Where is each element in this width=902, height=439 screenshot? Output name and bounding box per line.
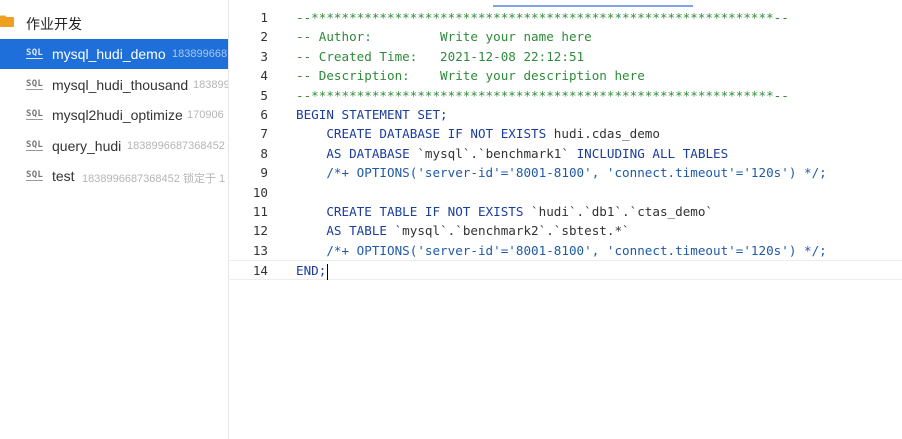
folder-icon (0, 15, 14, 27)
line-number: 4 (260, 68, 268, 84)
code-token: --**************************************… (296, 87, 789, 103)
code-token: -- Created Time: 2021-12-08 22:12:51 (296, 48, 585, 64)
code-token: /*+ OPTIONS('server-id'='8001-8100', 'co… (296, 165, 827, 181)
job-explorer-sidebar: 作业开发 SQL mysql_hudi_demo 183899668 SQL mysql… (0, 0, 229, 439)
line-number: 5 (260, 87, 268, 103)
code-token: `mysql`.`benchmark1` (417, 145, 569, 161)
job-id: 183899 (193, 78, 229, 91)
code-line[interactable]: 9 /*+ OPTIONS('server-id'='8001-8100', '… (230, 163, 902, 183)
code-token: --**************************************… (296, 10, 789, 25)
job-id: 183899668 (172, 48, 228, 60)
line-number: 12 (252, 223, 268, 239)
folder-label: 作业开发 (26, 17, 82, 33)
code-line[interactable]: 14 END; (230, 260, 902, 280)
code-token: hudi.cdas_demo (553, 126, 660, 142)
sql-file-icon: SQL (26, 109, 44, 120)
line-number: 1 (260, 10, 268, 25)
job-item[interactable]: SQL mysql_hudi_demo 183899668 (0, 39, 228, 69)
job-item[interactable]: SQL mysql2hudi_optimize 170906 (0, 100, 228, 130)
line-number: 2 (260, 29, 268, 45)
code-line[interactable]: 11 CREATE TABLE IF NOT EXISTS `hudi`.`db… (230, 202, 902, 222)
code-token: AS TABLE (296, 223, 395, 239)
code-line[interactable]: 4 -- Description: Write your description … (230, 66, 902, 86)
line-number: 13 (252, 242, 268, 258)
code-line[interactable]: 7 CREATE DATABASE IF NOT EXISTS hudi.cda… (230, 124, 902, 144)
code-line[interactable]: 8 AS DATABASE `mysql`.`benchmark1` INCLU… (230, 144, 902, 164)
code-line[interactable]: 5 --*************************************… (230, 86, 902, 106)
code-token: INCLUDING ALL TABLES (568, 145, 729, 161)
line-number: 6 (260, 107, 268, 122)
code-line[interactable]: 13 /*+ OPTIONS('server-id'='8001-8100', … (230, 241, 902, 261)
job-id: 170906 (187, 109, 224, 121)
code-line[interactable]: 12 AS TABLE `mysql`.`benchmark2`.`sbtest… (230, 221, 902, 241)
line-number: 8 (260, 145, 268, 161)
code-line[interactable]: 2 -- Author: Write your name here (230, 27, 902, 47)
code-text: CREATE TABLE IF NOT EXISTS `hudi`.`db1`.… (296, 202, 713, 222)
code-text: -- Created Time: 2021-12-08 22:12:51 (296, 47, 584, 67)
active-tab-indicator (493, 5, 693, 7)
sql-file-icon: SQL (26, 78, 44, 90)
code-line[interactable]: 3 -- Created Time: 2021-12-08 22:12:51 (230, 47, 902, 67)
code-token: BEGIN STATEMENT SET; (296, 107, 448, 122)
job-item[interactable]: SQL query_hudi 1838996687368452 (0, 131, 228, 161)
job-name: mysql_hudi_demo (52, 46, 166, 62)
line-number: 14 (252, 263, 268, 279)
code-text: --**************************************… (296, 8, 789, 28)
code-token: END; (296, 263, 327, 279)
code-token: AS DATABASE (296, 145, 418, 161)
sql-file-icon: SQL (26, 170, 44, 181)
line-number: 3 (260, 48, 268, 64)
job-name: query_hudi (52, 137, 122, 154)
line-number: 9 (260, 165, 268, 181)
job-name: test (52, 168, 75, 184)
sql-file-icon: SQL (26, 48, 44, 59)
code-text: AS TABLE `mysql`.`benchmark2`.`sbtest.*` (296, 221, 630, 241)
code-token: /*+ OPTIONS('server-id'='8001-8100', 'co… (296, 242, 827, 258)
code-text: -- Description: Write your description h… (296, 66, 645, 86)
code-line[interactable]: 10 (230, 183, 902, 203)
code-text: AS DATABASE `mysql`.`benchmark1` INCLUDI… (296, 144, 728, 164)
code-token: -- Author: Write your name here (296, 29, 592, 45)
sql-file-icon: SQL (26, 139, 44, 151)
code-token: CREATE TABLE IF NOT EXISTS (296, 204, 532, 219)
job-name: mysql2hudi_optimize (52, 107, 183, 123)
job-id: 1838996687368452 锁定于 1 (82, 173, 226, 185)
code-line[interactable]: 6 BEGIN STATEMENT SET; (230, 105, 902, 125)
code-text: --**************************************… (296, 86, 789, 106)
code-text: /*+ OPTIONS('server-id'='8001-8100', 'co… (296, 241, 827, 261)
folder-row[interactable]: 作业开发 (0, 10, 228, 34)
code-text: END; (296, 261, 329, 281)
text-cursor (327, 263, 329, 280)
code-text: BEGIN STATEMENT SET; (296, 105, 448, 125)
line-number: 10 (252, 184, 268, 200)
code-line[interactable]: 1 --*************************************… (230, 8, 902, 28)
code-token: -- Description: Write your description h… (296, 68, 645, 84)
line-number: 11 (252, 204, 268, 219)
code-token: `hudi`.`db1`.`ctas_demo` (531, 204, 714, 219)
code-text: CREATE DATABASE IF NOT EXISTS hudi.cdas_… (296, 124, 660, 144)
code-text: -- Author: Write your name here (296, 27, 592, 47)
job-item[interactable]: SQL mysql_hudi_thousand 183899 (0, 70, 229, 100)
job-id: 1838996687368452 (127, 139, 225, 152)
line-number: 7 (260, 126, 268, 142)
code-token: CREATE DATABASE IF NOT EXISTS (296, 126, 554, 142)
code-token: `mysql`.`benchmark2`.`sbtest.*` (394, 223, 630, 239)
code-text: /*+ OPTIONS('server-id'='8001-8100', 'co… (296, 163, 827, 183)
job-name: mysql_hudi_thousand (52, 76, 189, 93)
sql-editor[interactable]: 1 --*************************************… (230, 0, 902, 439)
job-item[interactable]: SQL test 1838996687368452 锁定于 1 (0, 161, 228, 191)
